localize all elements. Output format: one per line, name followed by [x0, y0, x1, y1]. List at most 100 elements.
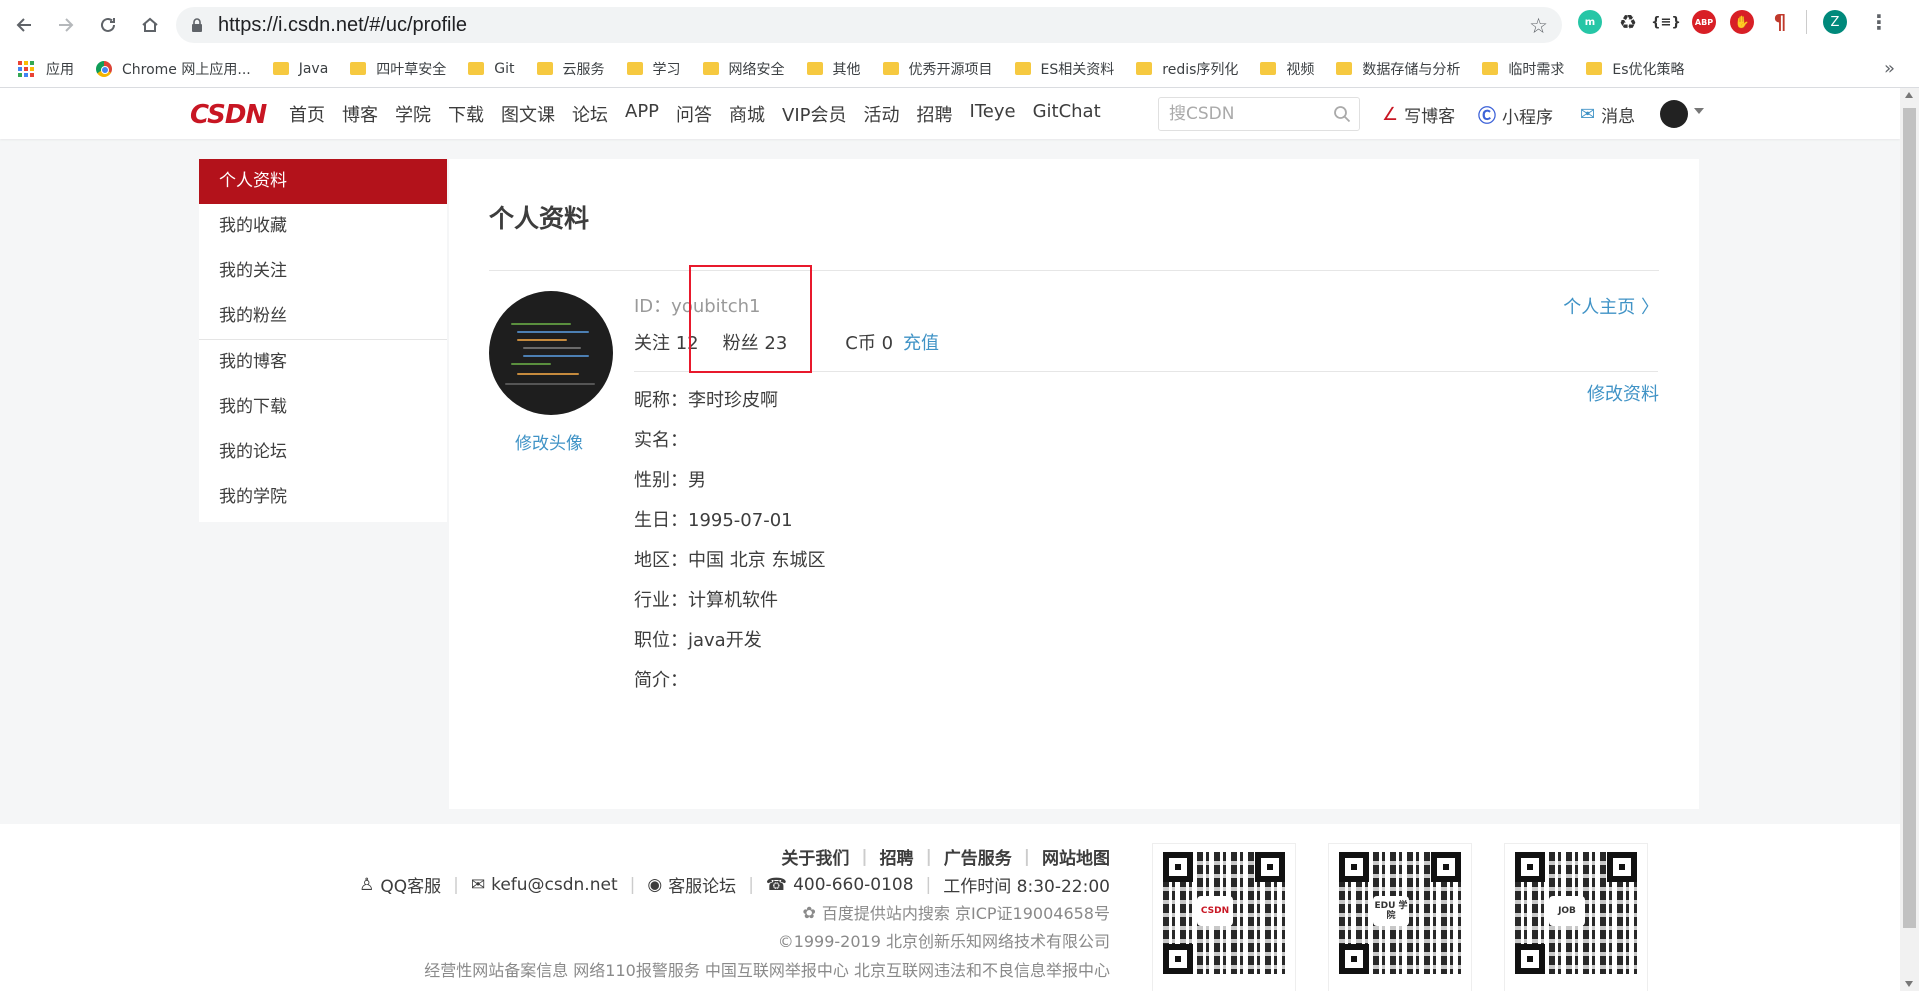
forward-icon[interactable]	[48, 7, 84, 43]
bookmark-apps[interactable]: 应用	[18, 59, 74, 79]
bookmark-folder[interactable]: 其他	[806, 59, 861, 79]
sidebar-item-fans[interactable]: 我的粉丝	[199, 294, 447, 339]
nav-jobs[interactable]: 招聘	[917, 101, 953, 127]
scroll-up-icon[interactable]	[1905, 92, 1913, 98]
nav-gitbook[interactable]: 图文课	[501, 101, 555, 127]
more-bookmarks-icon[interactable]: »	[1884, 58, 1895, 79]
nav-academy[interactable]: 学院	[395, 101, 431, 127]
sidebar-item-favorites[interactable]: 我的收藏	[199, 204, 447, 249]
nav-mall[interactable]: 商城	[729, 101, 765, 127]
edit-avatar-link[interactable]: 修改头像	[515, 429, 583, 454]
page-scrollbar[interactable]	[1900, 88, 1919, 991]
main-nav: 首页 博客 学院 下载 图文课 论坛 APP 问答 商城 VIP会员 活动 招聘…	[289, 101, 1118, 127]
messages-button[interactable]: ✉ 消息	[1580, 102, 1635, 127]
field-position: 职位：java开发	[634, 630, 762, 651]
sidebar-item-forum[interactable]: 我的论坛	[199, 430, 447, 475]
nav-iteye[interactable]: ITeye	[970, 101, 1016, 127]
bookmark-folder[interactable]: 云服务	[536, 59, 605, 79]
extension-m-icon[interactable]: m	[1578, 10, 1602, 34]
search-box	[1158, 97, 1360, 131]
nav-events[interactable]: 活动	[864, 101, 900, 127]
footer-separator: |	[629, 874, 636, 895]
footer-ads[interactable]: 广告服务	[944, 844, 1012, 869]
recycle-extension-icon[interactable]: ♻	[1616, 10, 1640, 34]
bookmark-folder[interactable]: 学习	[626, 59, 681, 79]
folder-icon	[806, 62, 823, 75]
folder-icon	[536, 62, 553, 75]
lock-icon	[192, 18, 202, 32]
sidebar-item-downloads[interactable]: 我的下载	[199, 385, 447, 430]
footer-bottom-links[interactable]: 经营性网站备案信息 网络110报警服务 中国互联网举报中心 北京互联网违法和不良…	[424, 957, 1110, 981]
nav-gitchat[interactable]: GitChat	[1033, 101, 1101, 127]
bookmark-folder[interactable]: redis序列化	[1136, 59, 1238, 79]
bookmark-folder[interactable]: Java	[272, 61, 328, 77]
bookmark-folder[interactable]: 优秀开源项目	[882, 59, 993, 79]
back-icon[interactable]	[6, 7, 42, 43]
bookmark-folder[interactable]: 视频	[1260, 59, 1314, 79]
profile-card: 个人资料 修改头像 ID：youbitch1 关注 12 粉丝 23 C币 0 …	[449, 159, 1699, 809]
sidebar-item-following[interactable]: 我的关注	[199, 249, 447, 294]
footer-jobs[interactable]: 招聘	[880, 844, 914, 869]
chevron-down-icon[interactable]	[1694, 108, 1704, 114]
browser-toolbar: https://i.csdn.net/#/uc/profile ☆ m ♻ {≡…	[0, 0, 1919, 50]
scrollbar-thumb[interactable]	[1903, 108, 1916, 928]
adblock-icon[interactable]: ABP	[1692, 10, 1716, 34]
qr-label: EDU 学院	[1373, 896, 1409, 926]
bookmark-label: redis序列化	[1162, 61, 1239, 78]
bookmark-label: Es优化策略	[1612, 61, 1685, 78]
user-avatar[interactable]	[1660, 100, 1688, 128]
edit-profile-link[interactable]: 修改资料	[1587, 380, 1659, 406]
sidebar-item-profile[interactable]: 个人资料	[199, 159, 447, 204]
footer-forum[interactable]: 客服论坛	[668, 872, 736, 897]
bookmark-chrome-store[interactable]: Chrome 网上应用...	[96, 59, 251, 79]
homepage-link[interactable]: 个人主页 〉	[1563, 293, 1659, 319]
bookmark-folder[interactable]: 网络安全	[702, 59, 785, 79]
nav-blog[interactable]: 博客	[342, 101, 378, 127]
qr-label: JOB	[1549, 896, 1585, 926]
nav-vip[interactable]: VIP会员	[782, 101, 846, 127]
footer-email[interactable]: kefu@csdn.net	[491, 875, 618, 895]
bookmark-star-icon[interactable]: ☆	[1529, 14, 1548, 38]
bookmark-label: 四叶草安全	[376, 61, 447, 78]
search-input[interactable]	[1169, 104, 1329, 124]
scroll-down-icon[interactable]	[1905, 981, 1913, 987]
bookmark-folder[interactable]: Es优化策略	[1586, 59, 1685, 79]
title-divider	[489, 270, 1659, 271]
footer-sitemap[interactable]: 网站地图	[1042, 844, 1110, 869]
nav-download[interactable]: 下载	[448, 101, 484, 127]
footer-separator: |	[748, 874, 754, 895]
footer-separator: |	[453, 874, 459, 895]
bookmark-folder[interactable]: 临时需求	[1482, 59, 1564, 79]
nav-forum[interactable]: 论坛	[572, 101, 608, 127]
bookmark-folder[interactable]: Git	[468, 61, 515, 77]
sidebar-item-academy[interactable]: 我的学院	[199, 475, 447, 520]
stop-hand-icon[interactable]: ✋	[1730, 10, 1754, 34]
bookmark-folder[interactable]: ES相关资料	[1014, 59, 1114, 79]
nav-ask[interactable]: 问答	[676, 101, 712, 127]
sidebar-item-blog[interactable]: 我的博客	[199, 340, 447, 385]
home-icon[interactable]	[132, 7, 168, 43]
forum-icon: ◉	[647, 874, 663, 895]
mini-program-button[interactable]: Ⓒ 小程序	[1478, 102, 1553, 128]
recharge-link[interactable]: 充值	[903, 329, 939, 355]
nav-home[interactable]: 首页	[289, 101, 325, 127]
json-extension-icon[interactable]: {≡}	[1651, 10, 1680, 34]
bookmark-folder[interactable]: 数据存储与分析	[1336, 59, 1460, 79]
write-blog-button[interactable]: ∠ 写博客	[1382, 102, 1455, 127]
address-bar[interactable]: https://i.csdn.net/#/uc/profile ☆	[176, 7, 1562, 43]
folder-icon	[626, 62, 643, 75]
url-text[interactable]: https://i.csdn.net/#/uc/profile	[218, 14, 467, 37]
bookmark-folder[interactable]: 四叶草安全	[350, 59, 446, 79]
footer-separator: |	[1023, 846, 1030, 867]
search-icon[interactable]	[1333, 105, 1351, 123]
csdn-logo[interactable]: CSDN	[190, 100, 267, 130]
footer-qq[interactable]: QQ客服	[380, 872, 441, 897]
page-title: 个人资料	[489, 204, 590, 233]
reload-icon[interactable]	[90, 7, 126, 43]
paragraph-extension-icon[interactable]: ¶	[1768, 10, 1792, 34]
footer-baidu[interactable]: 百度提供站内搜索 京ICP证19004658号	[822, 900, 1110, 924]
footer-about[interactable]: 关于我们	[781, 844, 849, 869]
nav-app[interactable]: APP	[625, 101, 659, 127]
profile-avatar[interactable]: Z	[1823, 10, 1847, 34]
more-menu-icon[interactable]: ⋮	[1869, 10, 1889, 34]
